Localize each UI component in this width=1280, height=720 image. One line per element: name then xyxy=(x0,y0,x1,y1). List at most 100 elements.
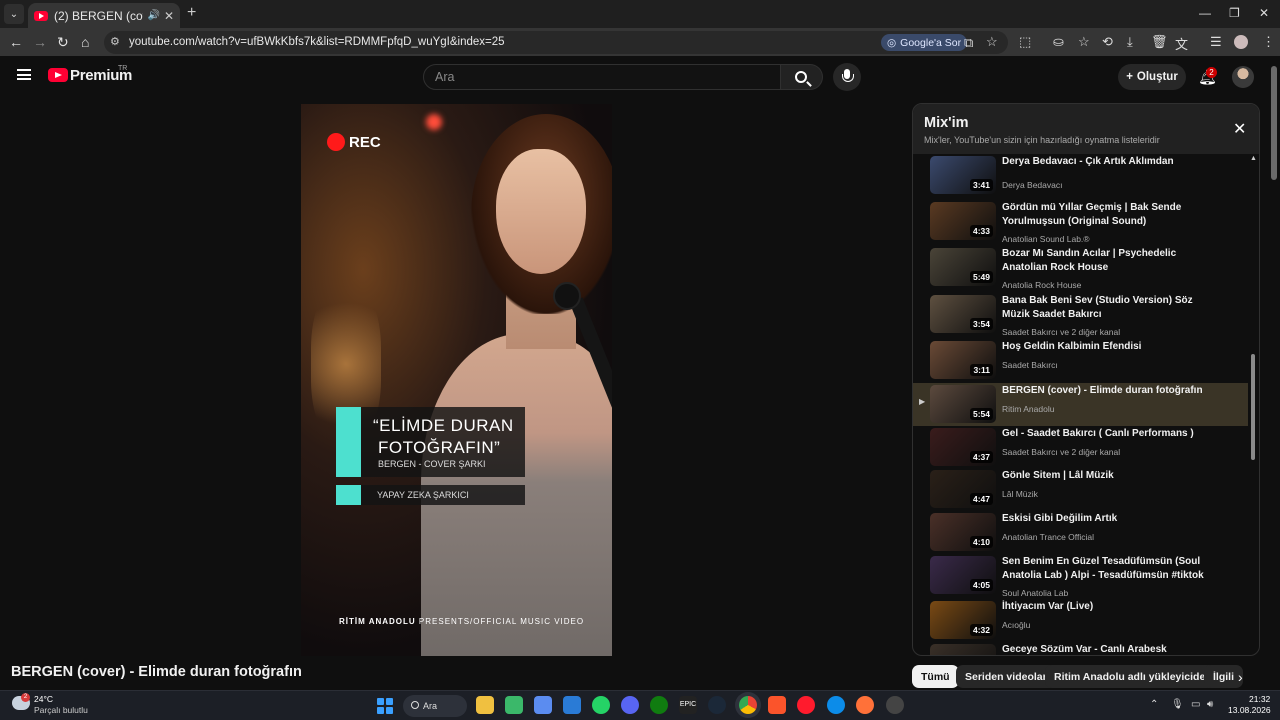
playlist-item-title[interactable]: İhtiyacım Var (Live) xyxy=(1002,600,1222,614)
playlist-item-channel[interactable]: Saadet Bakırcı ve 2 diğer kanal xyxy=(1002,327,1120,337)
playlist-item-title[interactable]: Geceye Sözüm Var - Canlı Arabesk Perform… xyxy=(1002,643,1222,655)
playlist-item[interactable]: 4:33 Gördün mü Yıllar Geçmiş | Bak Sende … xyxy=(913,200,1248,244)
playlist-item-channel[interactable]: Anatolian Sound Lab.® xyxy=(1002,234,1090,244)
reading-mode-icon[interactable]: ⛀ xyxy=(1053,34,1064,50)
playlist-item[interactable]: 4:05 Sen Benim En Güzel Tesadüfümsün (Sou… xyxy=(913,554,1248,598)
playlist-item[interactable]: 4:47 Gönle Sitem | Lâl Müzik Lâl Müzik xyxy=(913,468,1248,511)
playlist-item[interactable]: 5:49 Bozar Mı Sandın Acılar | Psychedelic… xyxy=(913,246,1248,290)
site-info-icon[interactable]: ⚙ xyxy=(110,35,120,48)
playlist-item-channel[interactable]: Saadet Bakırcı xyxy=(1002,360,1058,370)
window-close-button[interactable]: ✕ xyxy=(1259,6,1269,20)
brave-icon[interactable] xyxy=(768,696,786,714)
page-scrollbar[interactable] xyxy=(1271,66,1277,180)
epic-games-icon[interactable]: EPIC xyxy=(679,696,697,714)
whatsapp-icon[interactable] xyxy=(592,696,610,714)
playlist-item-title[interactable]: Sen Benim En Güzel Tesadüfümsün (Soul An… xyxy=(1002,555,1222,582)
home-button[interactable]: ⌂ xyxy=(81,34,89,50)
opera-icon[interactable] xyxy=(797,696,815,714)
tab-close-icon[interactable]: ✕ xyxy=(164,9,174,23)
playlist-thumbnail[interactable]: 5:54 xyxy=(930,385,996,423)
weather-desc[interactable]: Parçalı bulutlu xyxy=(34,705,88,715)
playlist-item[interactable]: 3:11 Hoş Geldin Kalbimin Efendisi Saadet B… xyxy=(913,339,1248,382)
hamburger-menu-icon[interactable] xyxy=(17,69,31,80)
playlist-item-channel[interactable]: Derya Bedavacı xyxy=(1002,180,1062,190)
playlist-item-title[interactable]: Gönle Sitem | Lâl Müzik xyxy=(1002,469,1222,483)
create-button[interactable]: + Oluştur xyxy=(1118,64,1186,90)
tab-search-dropdown-icon[interactable]: ⌄ xyxy=(4,4,24,24)
google-sor-button[interactable]: ◎ Google'a Sor xyxy=(881,34,968,51)
forward-button[interactable]: → xyxy=(33,34,47,50)
store-icon[interactable] xyxy=(534,696,552,714)
back-button[interactable]: ← xyxy=(9,34,23,50)
chips-next-icon[interactable]: › xyxy=(1238,669,1243,685)
playlist-item-channel[interactable]: Lâl Müzik xyxy=(1002,489,1038,499)
extensions-icon[interactable]: ⬚ xyxy=(1019,34,1031,50)
audio-playing-icon[interactable]: 🔊 xyxy=(147,10,159,21)
settings-app-icon[interactable] xyxy=(886,696,904,714)
steam-icon[interactable] xyxy=(708,696,726,714)
playlist-item-title[interactable]: Hoş Geldin Kalbimin Efendisi xyxy=(1002,340,1222,354)
playlist-thumbnail[interactable]: 4:32 xyxy=(930,601,996,639)
playlist-thumbnail[interactable]: 4:37 xyxy=(930,428,996,466)
playlist-item-channel[interactable]: Soul Anatolia Lab xyxy=(1002,588,1068,598)
playlist-thumbnail[interactable]: 4:47 xyxy=(930,470,996,508)
playlist-item-channel[interactable]: Saadet Bakırcı ve 2 diğer kanal xyxy=(1002,447,1120,457)
playlist-thumbnail[interactable]: 4:10 xyxy=(930,513,996,551)
translate-icon[interactable]: 文 xyxy=(1175,34,1188,53)
install-app-icon[interactable]: ⧉ xyxy=(964,35,973,51)
firefox-icon[interactable] xyxy=(856,696,874,714)
account-avatar[interactable] xyxy=(1232,66,1254,88)
search-input[interactable]: Ara xyxy=(423,64,781,90)
playlist-item-title[interactable]: Derya Bedavacı - Çık Artık Aklımdan xyxy=(1002,155,1222,169)
browser-tab-active[interactable]: (2) BERGEN (cover) - Elimde 🔊 ✕ xyxy=(28,3,180,28)
chrome-icon[interactable] xyxy=(739,696,757,714)
minimize-button[interactable]: — xyxy=(1199,6,1211,20)
close-playlist-icon[interactable]: ✕ xyxy=(1233,119,1246,139)
app-icon-green[interactable] xyxy=(505,696,523,714)
mail-icon[interactable] xyxy=(563,696,581,714)
playlist-thumbnail[interactable] xyxy=(930,644,996,655)
delete-icon[interactable]: 🗑 xyxy=(1151,34,1168,50)
playlist-item-title[interactable]: Gördün mü Yıllar Geçmiş | Bak Sende Yoru… xyxy=(1002,201,1222,228)
xbox-icon[interactable] xyxy=(650,696,668,714)
scroll-up-icon[interactable]: ▲ xyxy=(1250,155,1257,162)
network-icon[interactable]: ▭ xyxy=(1191,699,1200,710)
playlist-item[interactable]: 4:32 İhtiyacım Var (Live) Acıoğlu xyxy=(913,599,1248,642)
playlist-item[interactable]: 4:37 Gel - Saadet Bakırcı ( Canlı Perform… xyxy=(913,426,1248,469)
playlist-item-title[interactable]: Eskisi Gibi Değilim Artık xyxy=(1002,512,1222,526)
filter-chip[interactable]: Seriden videolar xyxy=(956,665,1056,688)
reload-button[interactable]: ↻ xyxy=(57,34,69,51)
playlist-item[interactable]: ▶ 5:54 BERGEN (cover) - Elimde duran fotoğ… xyxy=(913,383,1248,426)
file-explorer-icon[interactable] xyxy=(476,696,494,714)
taskbar-date[interactable]: 13.08.2026 xyxy=(1228,705,1271,715)
playlist-item-title[interactable]: Gel - Saadet Bakırcı ( Canlı Performans … xyxy=(1002,427,1222,441)
playlist-item-channel[interactable]: Acıoğlu xyxy=(1002,620,1030,630)
playlist-item-channel[interactable]: Anatolia Rock House xyxy=(1002,280,1081,290)
playlist-item-channel[interactable]: Ritim Anadolu xyxy=(1002,404,1054,414)
playlist-item[interactable]: 4:10 Eskisi Gibi Değilim Artık Anatolian T… xyxy=(913,511,1248,554)
video-player[interactable]: REC “ELİMDE DURAN FOTOĞRAFIN” BERGEN - C… xyxy=(301,104,612,656)
playlist-item-title[interactable]: BERGEN (cover) - Elimde duran fotoğrafın xyxy=(1002,384,1222,398)
playlist-item[interactable]: 3:54 Bana Bak Beni Sev (Studio Version) S… xyxy=(913,293,1248,337)
edge-icon[interactable] xyxy=(827,696,845,714)
playlist-item[interactable]: 3:41 Derya Bedavacı - Çık Artık Aklımdan D… xyxy=(913,154,1248,197)
voice-search-button[interactable] xyxy=(833,63,861,91)
playlist-item-channel[interactable]: Anatolian Trance Official xyxy=(1002,532,1094,542)
filter-chip[interactable]: Ritim Anadolu adlı yükleyiciden xyxy=(1045,665,1221,688)
windows-start-icon[interactable] xyxy=(377,698,393,714)
playlist-item-title[interactable]: Bana Bak Beni Sev (Studio Version) Söz M… xyxy=(1002,294,1222,321)
playlist-thumbnail[interactable]: 5:49 xyxy=(930,248,996,286)
restore-button[interactable]: ❐ xyxy=(1229,6,1240,20)
playlist-thumbnail[interactable]: 4:33 xyxy=(930,202,996,240)
history-icon[interactable]: ⟲ xyxy=(1102,34,1113,50)
playlist-scrollbar[interactable] xyxy=(1251,354,1255,460)
youtube-logo-icon[interactable] xyxy=(48,68,68,82)
profile-avatar[interactable] xyxy=(1234,35,1248,49)
playlist-item[interactable]: Geceye Sözüm Var - Canlı Arabesk Perform… xyxy=(913,642,1248,655)
playlist-thumbnail[interactable]: 4:05 xyxy=(930,556,996,594)
tray-overflow-icon[interactable]: ⌃ xyxy=(1150,699,1158,710)
weather-temp[interactable]: 24°C xyxy=(34,694,53,704)
filter-chip[interactable]: Tümü xyxy=(912,665,959,688)
taskbar-time[interactable]: 21:32 xyxy=(1249,694,1270,704)
volume-icon[interactable]: 🔊︎ xyxy=(1207,699,1213,710)
